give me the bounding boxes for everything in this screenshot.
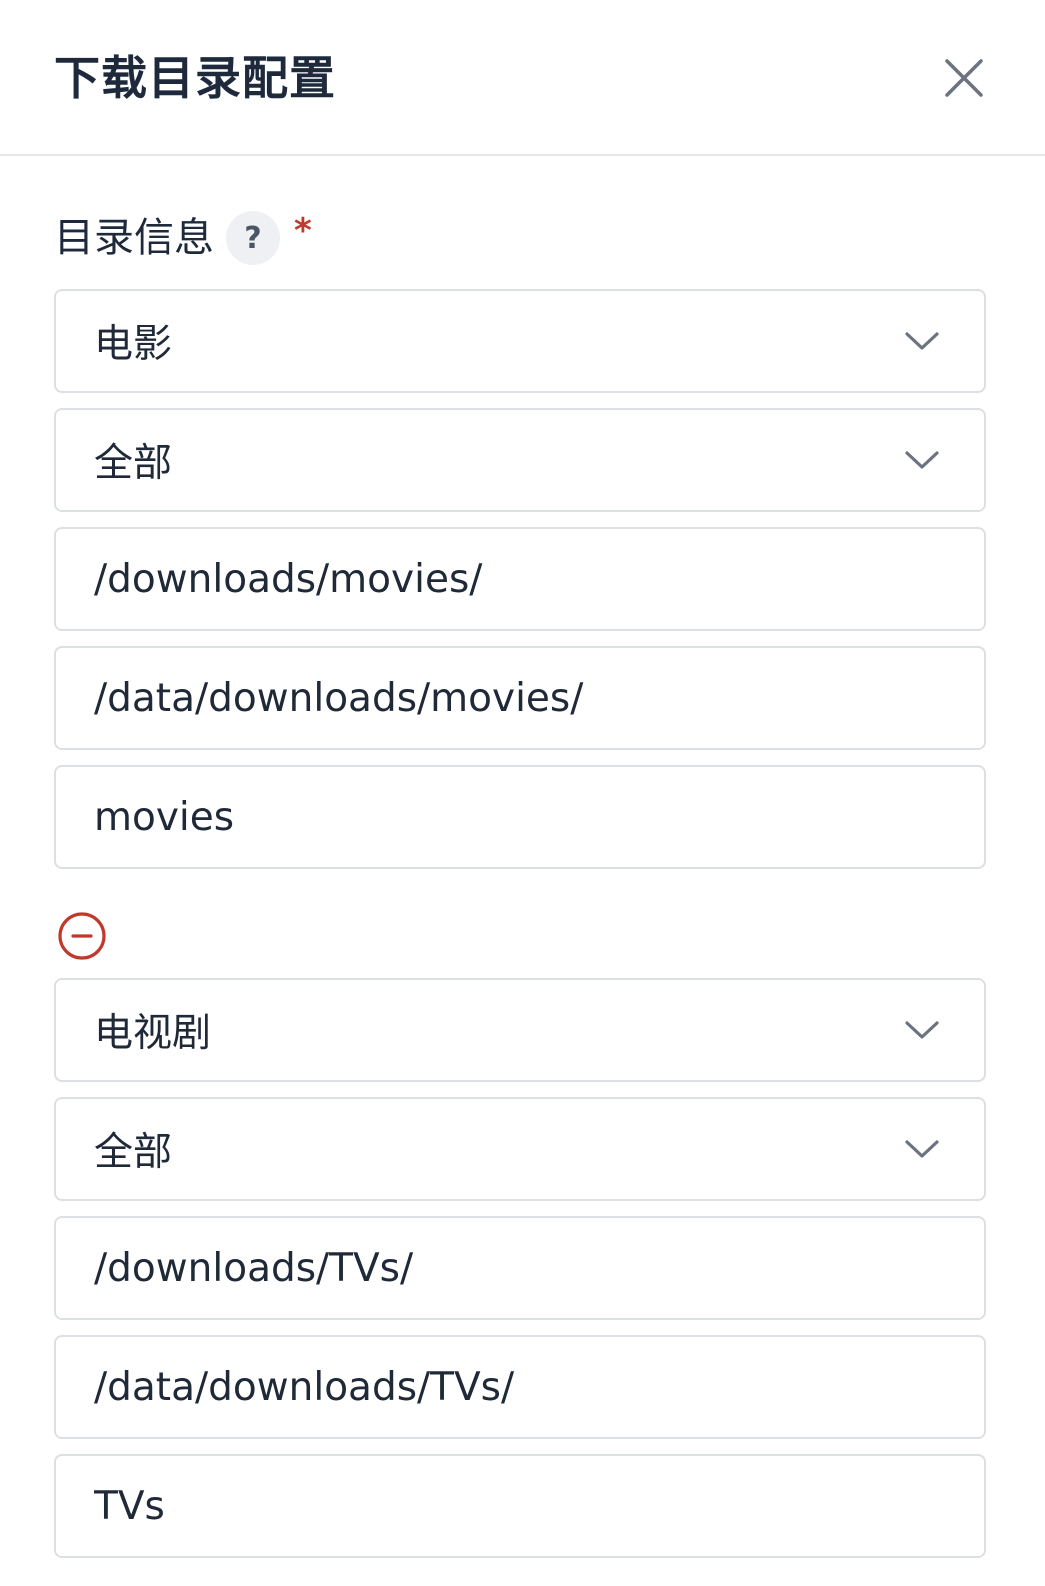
media-type-select[interactable]: 电视剧 <box>54 978 986 1082</box>
media-type-select-value: 电视剧 <box>94 1011 212 1056</box>
directory-info-label-row: 目录信息 ? * <box>54 206 312 270</box>
category-select-value: 全部 <box>94 441 173 486</box>
help-icon[interactable]: ? <box>226 211 280 265</box>
chevron-down-icon <box>905 1140 939 1158</box>
category-select-value: 全部 <box>94 1130 173 1175</box>
save-path-value: /data/downloads/TVs/ <box>94 1364 515 1410</box>
chevron-down-icon <box>905 332 939 350</box>
media-type-select-value: 电影 <box>94 322 173 367</box>
required-asterisk: * <box>294 211 312 251</box>
download-path-input[interactable]: /downloads/movies/ <box>54 527 986 631</box>
category-select[interactable]: 全部 <box>54 1097 986 1201</box>
chevron-down-icon <box>905 1021 939 1039</box>
chevron-down-icon <box>905 451 939 469</box>
category-select[interactable]: 全部 <box>54 408 986 512</box>
save-path-input[interactable]: /data/downloads/movies/ <box>54 646 986 750</box>
download-path-value: /downloads/TVs/ <box>94 1245 414 1291</box>
download-path-input[interactable]: /downloads/TVs/ <box>54 1216 986 1320</box>
label-value: TVs <box>94 1483 165 1529</box>
download-path-value: /downloads/movies/ <box>94 556 483 602</box>
label-value: movies <box>94 794 235 840</box>
label-input[interactable]: movies <box>54 765 986 869</box>
directory-info-label: 目录信息 <box>54 215 214 261</box>
dialog-header: 下载目录配置 <box>0 0 1045 156</box>
minus-circle-icon <box>58 912 106 960</box>
close-button[interactable] <box>938 52 990 104</box>
save-path-input[interactable]: /data/downloads/TVs/ <box>54 1335 986 1439</box>
close-icon <box>945 59 983 97</box>
label-input[interactable]: TVs <box>54 1454 986 1558</box>
media-type-select[interactable]: 电影 <box>54 289 986 393</box>
remove-entry-button[interactable] <box>57 911 107 961</box>
dialog-title: 下载目录配置 <box>54 51 336 105</box>
save-path-value: /data/downloads/movies/ <box>94 675 584 721</box>
